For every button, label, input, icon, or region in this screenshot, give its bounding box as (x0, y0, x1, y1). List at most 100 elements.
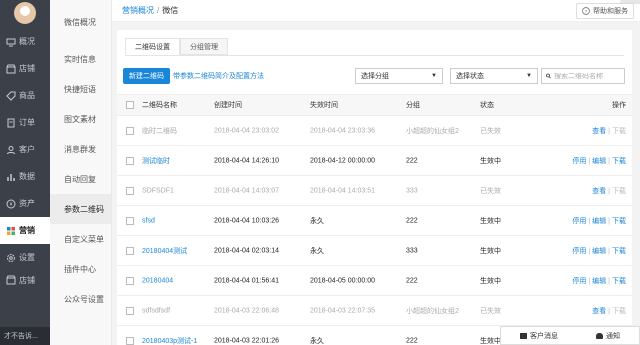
qrcode-name[interactable]: 测试临时 (142, 156, 170, 166)
header-name: 二维码名称 (142, 102, 177, 109)
nav-item-label: 数据 (19, 172, 35, 181)
row-actions: 停用|编辑|下载 (572, 156, 626, 166)
row-checkbox[interactable] (126, 276, 134, 285)
caret-down-icon: ▼ (526, 73, 532, 79)
tab-qrcode-settings[interactable]: 二维码设置 (125, 38, 180, 55)
edit-link[interactable]: 编辑 (592, 278, 606, 285)
view-link[interactable]: 查看 (592, 128, 606, 135)
nav-item-1[interactable]: 店铺 (0, 55, 50, 82)
sub-nav-item-0[interactable]: 微信概况 (50, 0, 111, 44)
group-name: 333 (406, 247, 418, 254)
sub-nav-item-7[interactable]: 自定义菜单 (50, 224, 111, 254)
shop-name-footer[interactable]: 才不告诉... (0, 327, 50, 345)
download-link[interactable]: 下载 (612, 248, 626, 255)
nav-item-7[interactable]: 营销 (0, 217, 50, 244)
sub-nav-item-8[interactable]: 插件中心 (50, 254, 111, 284)
nav-item-0[interactable]: 概况 (0, 28, 50, 55)
chart-icon (7, 173, 15, 181)
sub-nav-item-6[interactable]: 参数二维码 (50, 194, 111, 224)
qrcode-name[interactable]: 20180403p测试-1 (142, 336, 197, 345)
sub-nav-item-1[interactable]: 实时信息 (50, 44, 111, 74)
sub-nav-item-9[interactable]: 公众号设置 (50, 284, 111, 314)
nav-item-label: 营销 (19, 226, 35, 235)
expire-time: 2018-04-04 14:03:51 (310, 187, 375, 194)
avatar[interactable] (14, 2, 36, 24)
disable-link[interactable]: 停用 (572, 218, 586, 225)
edit-link[interactable]: 编辑 (592, 218, 606, 225)
row-checkbox[interactable] (126, 306, 134, 315)
qrcode-name[interactable]: 20180404 (142, 277, 173, 284)
download-link[interactable]: 下载 (612, 158, 626, 165)
group-name: 222 (406, 277, 418, 284)
row-checkbox[interactable] (126, 156, 134, 165)
status-text: 已失效 (480, 127, 501, 135)
edit-link[interactable]: 编辑 (592, 248, 606, 255)
nav-item-2[interactable]: 商品 (0, 82, 50, 109)
expire-time: 2018-04-05 00:00:00 (310, 277, 375, 284)
download-link[interactable]: 下载 (612, 188, 626, 195)
nav-item-5[interactable]: 数据 (0, 163, 50, 190)
table-row: 临时二维码 2018-04-04 23:03:02 2018-04-04 23:03… (117, 116, 632, 146)
group-select[interactable]: 选择分组 ▼ (355, 68, 443, 84)
action-separator: | (608, 187, 610, 195)
view-link[interactable]: 查看 (592, 188, 606, 195)
group-name: 小超超的仙女组2 (406, 127, 459, 135)
view-link[interactable]: 查看 (592, 308, 606, 315)
row-checkbox[interactable] (126, 126, 134, 135)
edit-link[interactable]: 编辑 (592, 158, 606, 165)
customer-message-button[interactable]: 客户消息 (520, 331, 558, 341)
nav-item-8[interactable]: 设置 (0, 244, 50, 271)
nav-item-9[interactable]: 店铺 (0, 271, 50, 289)
new-qrcode-button[interactable]: 新建二维码 (123, 68, 170, 84)
create-time: 2018-04-04 02:03:14 (214, 247, 279, 254)
download-link[interactable]: 下载 (612, 308, 626, 315)
disable-link[interactable]: 停用 (572, 248, 586, 255)
sub-nav-item-3[interactable]: 图文素材 (50, 104, 111, 134)
status-select[interactable]: 选择状态 ▼ (450, 68, 538, 84)
disable-link[interactable]: 停用 (572, 278, 586, 285)
search-box (541, 68, 625, 84)
top-bar: 营销概况 / 微信 ? 帮助和服务 (112, 0, 640, 22)
search-input[interactable] (554, 72, 624, 80)
sub-nav-item-4[interactable]: 消息群发 (50, 134, 111, 164)
notice-button[interactable]: 通知 (596, 331, 620, 341)
breadcrumb-parent[interactable]: 营销概况 (122, 5, 154, 16)
select-all-checkbox[interactable] (126, 101, 134, 109)
download-link[interactable]: 下载 (612, 128, 626, 135)
search-icon[interactable] (546, 72, 551, 80)
help-button[interactable]: ? 帮助和服务 (576, 3, 634, 19)
nav-item-4[interactable]: 客户 (0, 136, 50, 163)
question-icon: ? (582, 7, 590, 15)
caret-down-icon: ▼ (431, 73, 437, 79)
row-checkbox[interactable] (126, 246, 134, 255)
tag-icon (6, 91, 16, 101)
download-link[interactable]: 下载 (612, 218, 626, 225)
order-icon (7, 118, 15, 127)
sub-nav-item-2[interactable]: 快捷短语 (50, 74, 111, 104)
sub-nav-item-5[interactable]: 自动回复 (50, 164, 111, 194)
row-checkbox[interactable] (126, 186, 134, 195)
create-time: 2018-04-03 22:01:26 (214, 337, 279, 344)
breadcrumb-separator: / (157, 6, 160, 15)
action-separator: | (588, 277, 591, 285)
nav-item-6[interactable]: ¥ 资产 (0, 190, 50, 217)
status-text: 生效中 (480, 337, 501, 345)
action-separator: | (588, 217, 591, 225)
qrcode-name[interactable]: sfsd (142, 217, 155, 224)
row-actions: 查看 | 下载 (592, 306, 626, 316)
tab-group-management[interactable]: 分组管理 (180, 38, 228, 55)
download-link[interactable]: 下载 (612, 278, 626, 285)
row-actions: 查看 | 下载 (592, 186, 626, 196)
expire-time: 2018-04-03 22:07:35 (310, 307, 375, 314)
row-checkbox[interactable] (126, 336, 134, 345)
disable-link[interactable]: 停用 (572, 158, 586, 165)
qrcode-name[interactable]: 20180404测试 (142, 246, 187, 256)
row-checkbox[interactable] (126, 216, 134, 225)
action-separator: | (608, 247, 610, 255)
qrcode-guide-link[interactable]: 带参数二维码简介及配置方法 (173, 71, 264, 81)
action-separator: | (608, 157, 610, 165)
header-expire-time: 失效时间 (310, 102, 338, 109)
qrcode-name: 临时二维码 (142, 127, 177, 135)
row-actions: 停用|编辑|下载 (572, 246, 626, 256)
nav-item-3[interactable]: 订单 (0, 109, 50, 136)
